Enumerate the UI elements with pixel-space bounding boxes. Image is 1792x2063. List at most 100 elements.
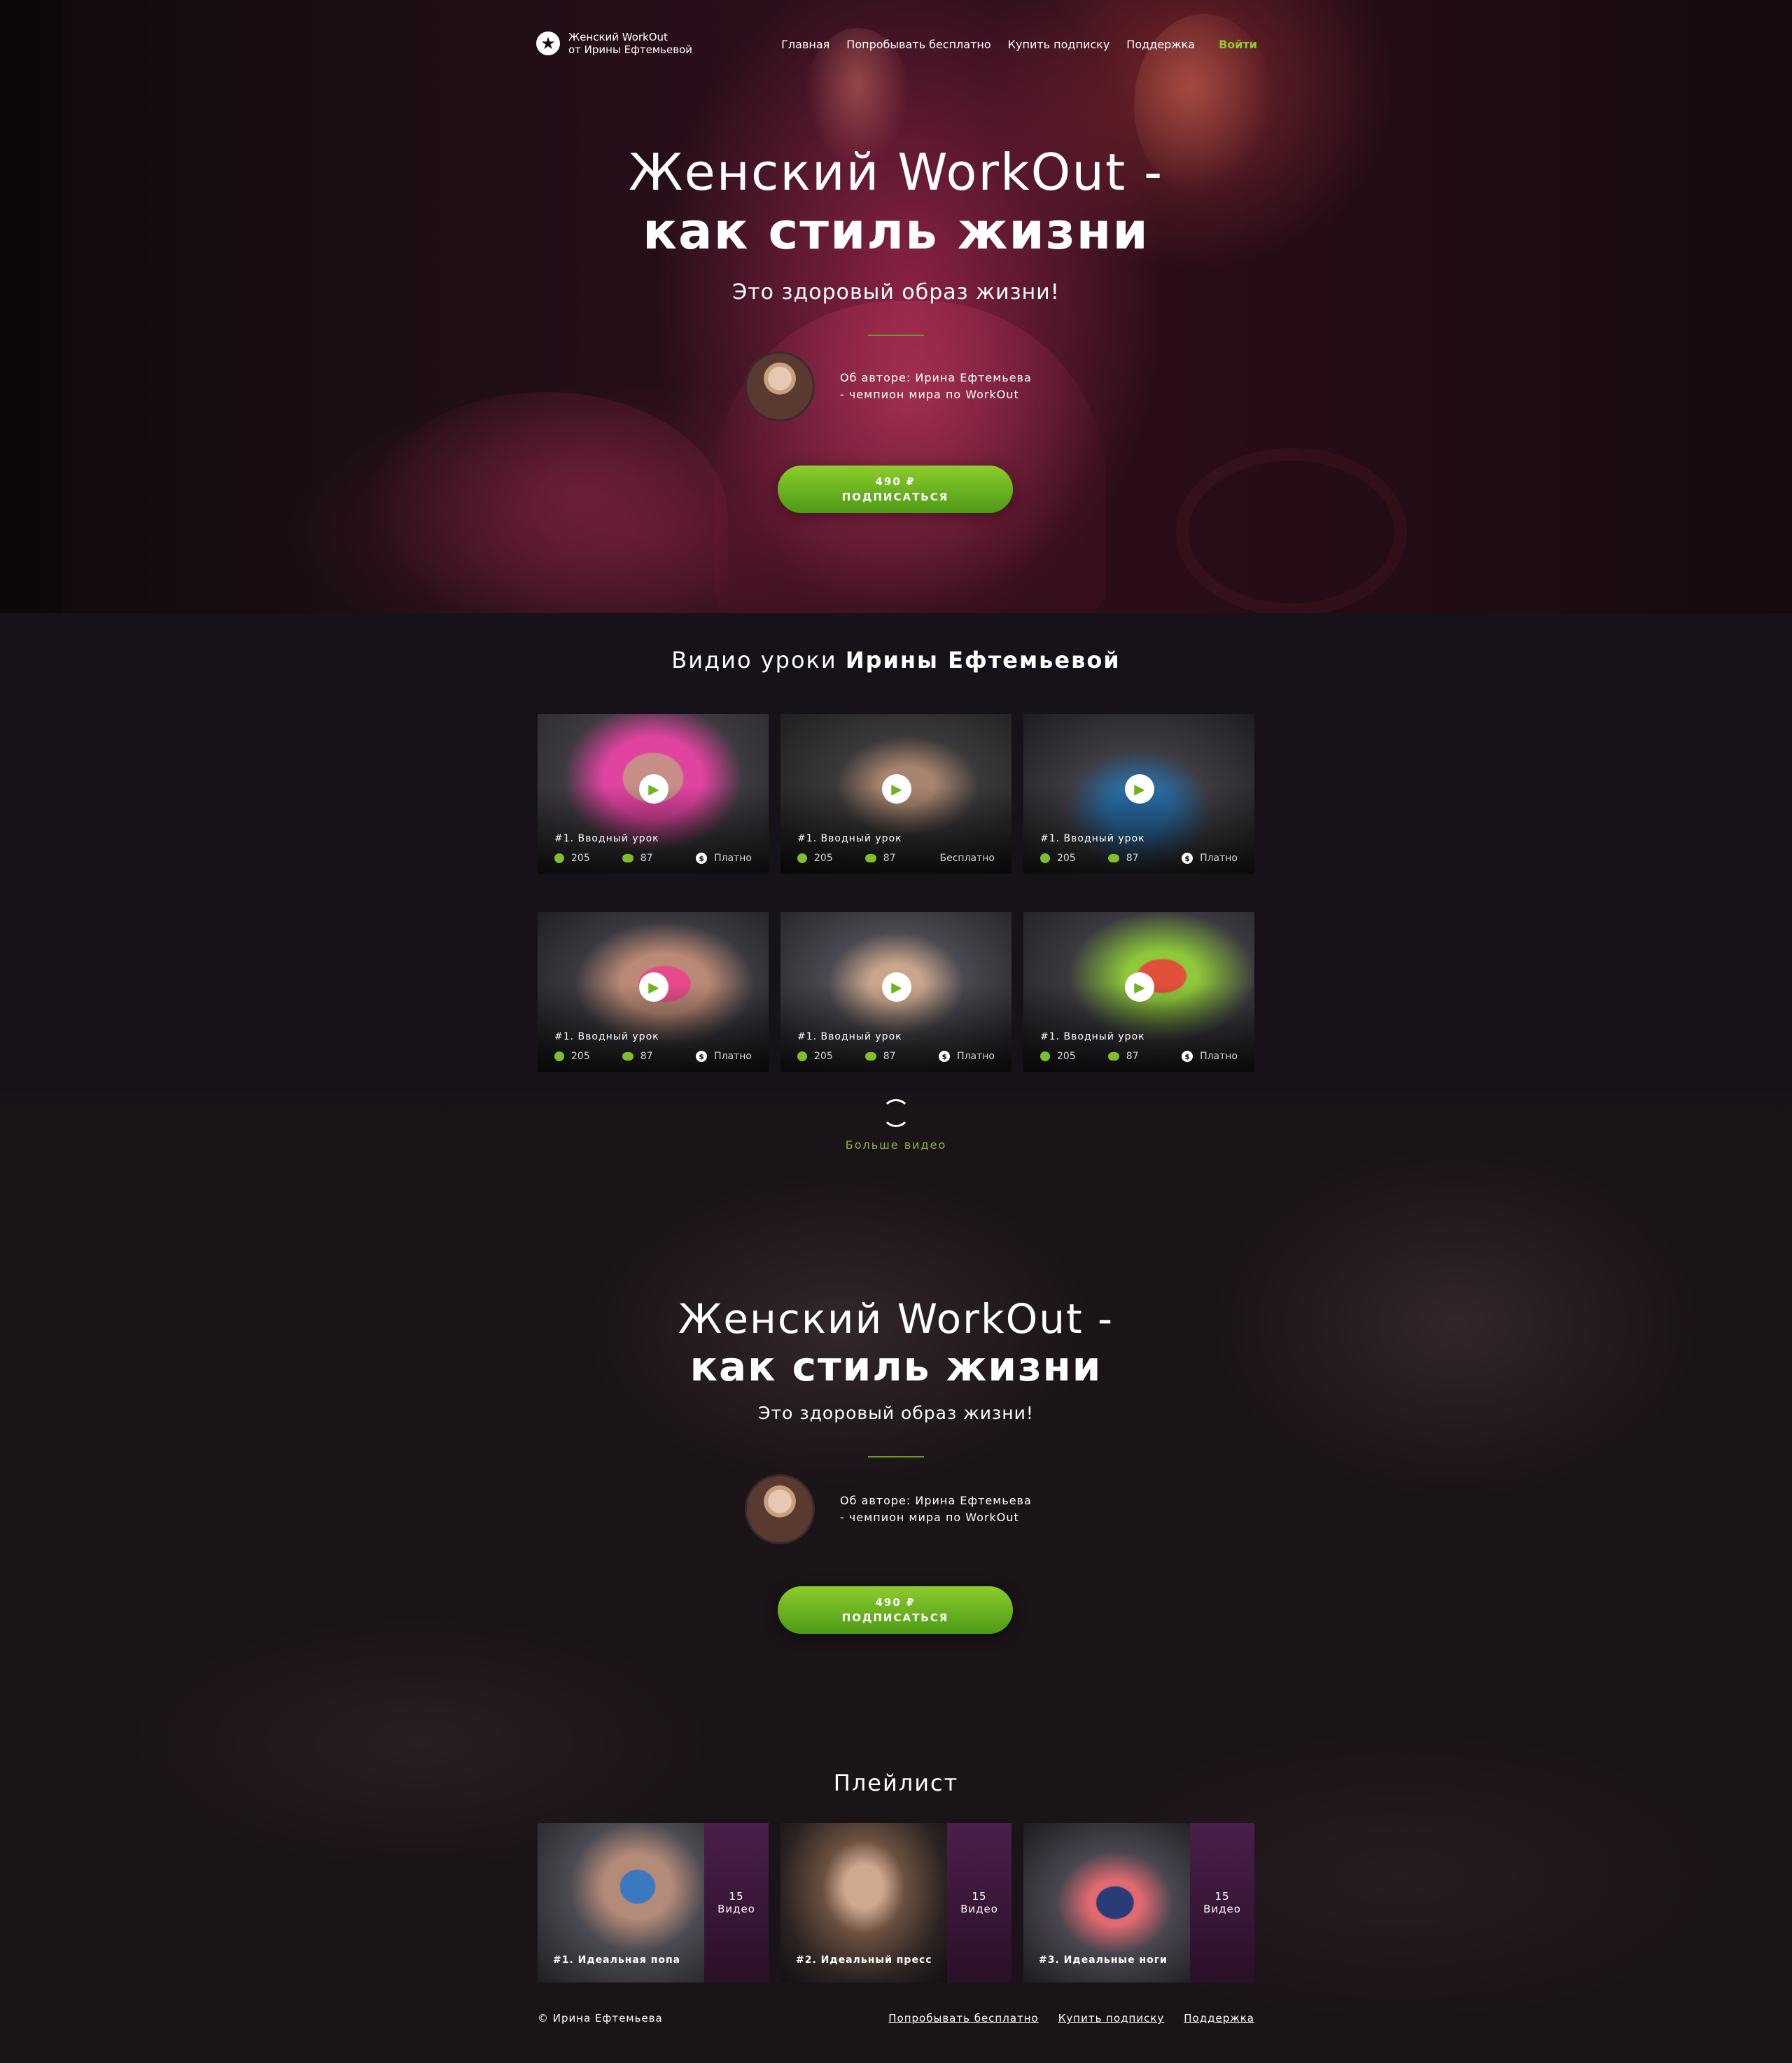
videos-title: Видио уроки Ирины Ефтемьевой (0, 647, 1792, 673)
hero-title: Женский WorkOut - как стиль жизни (0, 143, 1792, 260)
video-card-title: #1. Вводный урок (797, 1031, 902, 1042)
hero-photo-dumbbell (1176, 448, 1407, 613)
footer-link-try-free[interactable]: Попробывать бесплатно (888, 2012, 1038, 2024)
playlist-count-unit: Видео (960, 1903, 998, 1915)
subscribe-price: 490 ₽ (875, 475, 916, 488)
video-comments: 87 (1126, 1051, 1139, 1062)
videos-title-name: Ирины Ефтемьевой (845, 647, 1121, 673)
video-price: $ Платно (696, 853, 752, 864)
more-videos-button[interactable]: Больше видео (826, 1099, 966, 1152)
more-videos-label: Больше видео (845, 1138, 947, 1152)
hero-photo-athlete (714, 301, 1106, 613)
video-price: $ Платно (696, 1051, 752, 1062)
avatar (745, 1474, 815, 1544)
nav-link-home[interactable]: Главная (781, 38, 830, 51)
nav-link-support[interactable]: Поддержка (1126, 38, 1195, 51)
video-price-label: Бесплатно (939, 853, 995, 864)
playlist-count-unit: Видео (1203, 1903, 1241, 1915)
logo-line-1: Женский WorkOut (568, 31, 668, 43)
video-card[interactable]: ▶ #1. Вводный урок 205 87 Бесплатно (780, 714, 1011, 874)
video-comments: 87 (640, 853, 653, 864)
eye-icon (1040, 853, 1050, 863)
subscribe-button[interactable]: 490 ₽ ПОДПИСАТЬСЯ (778, 1586, 1013, 1634)
avatar (745, 351, 815, 421)
logo-text: Женский WorkOut от Ирины Ефтемьевой (568, 31, 692, 56)
play-icon[interactable]: ▶ (1125, 972, 1154, 1002)
top-nav: ★ Женский WorkOut от Ирины Ефтемьевой Гл… (536, 31, 1257, 62)
video-card[interactable]: ▶ #1. Вводный урок 205 87 $ Платно (538, 912, 769, 1072)
video-comments: 87 (883, 1051, 896, 1062)
playlist-count-number: 15 (972, 1890, 987, 1903)
play-icon[interactable]: ▶ (1125, 774, 1154, 804)
hero-banner (0, 0, 1792, 613)
hero-photo-hip (364, 392, 728, 613)
coin-icon: $ (1182, 853, 1194, 864)
video-card-meta: 205 87 $ Платно (1040, 853, 1238, 864)
playlist-card[interactable]: 15 Видео #1. Идеальная попа (538, 1823, 769, 1982)
playlist-card-title: #2. Идеальный пресс (796, 1954, 932, 1966)
video-price-label: Платно (957, 1051, 995, 1062)
video-card-meta: 205 87 Бесплатно (797, 853, 995, 864)
video-price-label: Платно (714, 1051, 752, 1062)
video-views: 205 (814, 853, 833, 864)
video-views: 205 (571, 1051, 590, 1062)
playlist-count: 15 Видео (1190, 1823, 1254, 1982)
video-card[interactable]: ▶ #1. Вводный урок 205 87 $ Платно (538, 714, 769, 874)
eye-icon (1040, 1051, 1050, 1061)
footer-link-buy-subscription[interactable]: Купить подписку (1058, 2012, 1165, 2024)
video-card-title: #1. Вводный урок (797, 833, 902, 844)
subscribe-label: ПОДПИСАТЬСЯ (841, 491, 949, 503)
banner2-title-line-2: как стиль жизни (690, 1343, 1102, 1390)
comment-icon (622, 1052, 634, 1061)
comment-icon (1107, 1052, 1119, 1061)
playlist-count: 15 Видео (704, 1823, 769, 1982)
video-price: $ Платно (1182, 1051, 1238, 1062)
play-icon[interactable]: ▶ (639, 774, 668, 804)
hero-subtitle: Это здоровый образ жизни! (732, 280, 1060, 305)
play-icon[interactable]: ▶ (639, 972, 668, 1002)
subscribe-price: 490 ₽ (875, 1596, 916, 1609)
footer-links: Попробывать бесплатно Купить подписку По… (888, 2012, 1254, 2024)
video-comments: 87 (883, 853, 896, 864)
hero-title-line-2: как стиль жизни (643, 202, 1149, 260)
coin-icon: $ (696, 1051, 708, 1062)
logo-line-2: от Ирины Ефтемьевой (568, 43, 693, 56)
video-card-title: #1. Вводный урок (1040, 1031, 1145, 1042)
subscribe-button[interactable]: 490 ₽ ПОДПИСАТЬСЯ (778, 466, 1013, 513)
hero-title-line-1: Женский WorkOut - (628, 143, 1164, 202)
nav-links: Главная Попробывать бесплатно Купить под… (781, 38, 1257, 51)
video-comments: 87 (1126, 853, 1139, 864)
hero-author: Об авторе: Ирина Ефтемьева - чемпион мир… (745, 351, 1032, 421)
video-card[interactable]: ▶ #1. Вводный урок 205 87 $ Платно (1023, 714, 1254, 874)
playlist-count-number: 15 (729, 1890, 744, 1903)
playlist-card[interactable]: 15 Видео #2. Идеальный пресс (780, 1823, 1011, 1982)
video-views: 205 (1057, 853, 1076, 864)
video-card[interactable]: ▶ #1. Вводный урок 205 87 $ Платно (1023, 912, 1254, 1072)
logo[interactable]: ★ Женский WorkOut от Ирины Ефтемьевой (536, 31, 692, 56)
play-icon[interactable]: ▶ (882, 774, 911, 804)
nav-link-try-free[interactable]: Попробывать бесплатно (846, 38, 990, 51)
playlist-card-title: #3. Идеальные ноги (1039, 1954, 1168, 1966)
coin-icon: $ (696, 853, 708, 864)
footer-link-support[interactable]: Поддержка (1184, 2012, 1254, 2024)
playlist-count-unit: Видео (718, 1903, 755, 1915)
video-price: $ Платно (1182, 853, 1238, 864)
author-text: Об авторе: Ирина Ефтемьева - чемпион мир… (840, 370, 1032, 403)
video-card[interactable]: ▶ #1. Вводный урок 205 87 $ Платно (780, 912, 1011, 1072)
footer-copyright: © Ирина Ефтемьева (538, 2012, 663, 2024)
eye-icon (797, 1051, 807, 1061)
video-card-meta: 205 87 $ Платно (797, 1051, 995, 1062)
video-price: Бесплатно (940, 853, 995, 864)
eye-icon (554, 853, 564, 863)
video-card-meta: 205 87 $ Платно (554, 853, 752, 864)
play-icon[interactable]: ▶ (882, 972, 911, 1002)
star-icon: ★ (536, 32, 560, 55)
video-price: $ Платно (939, 1051, 995, 1062)
login-link[interactable]: Войти (1219, 38, 1257, 51)
playlist-count-number: 15 (1214, 1890, 1230, 1903)
nav-link-buy-subscription[interactable]: Купить подписку (1008, 38, 1110, 51)
playlist-card-title: #1. Идеальная попа (553, 1954, 681, 1966)
playlist-card[interactable]: 15 Видео #3. Идеальные ноги (1023, 1823, 1254, 1982)
video-card-meta: 205 87 $ Платно (1040, 1051, 1238, 1062)
video-card-meta: 205 87 $ Платно (554, 1051, 752, 1062)
